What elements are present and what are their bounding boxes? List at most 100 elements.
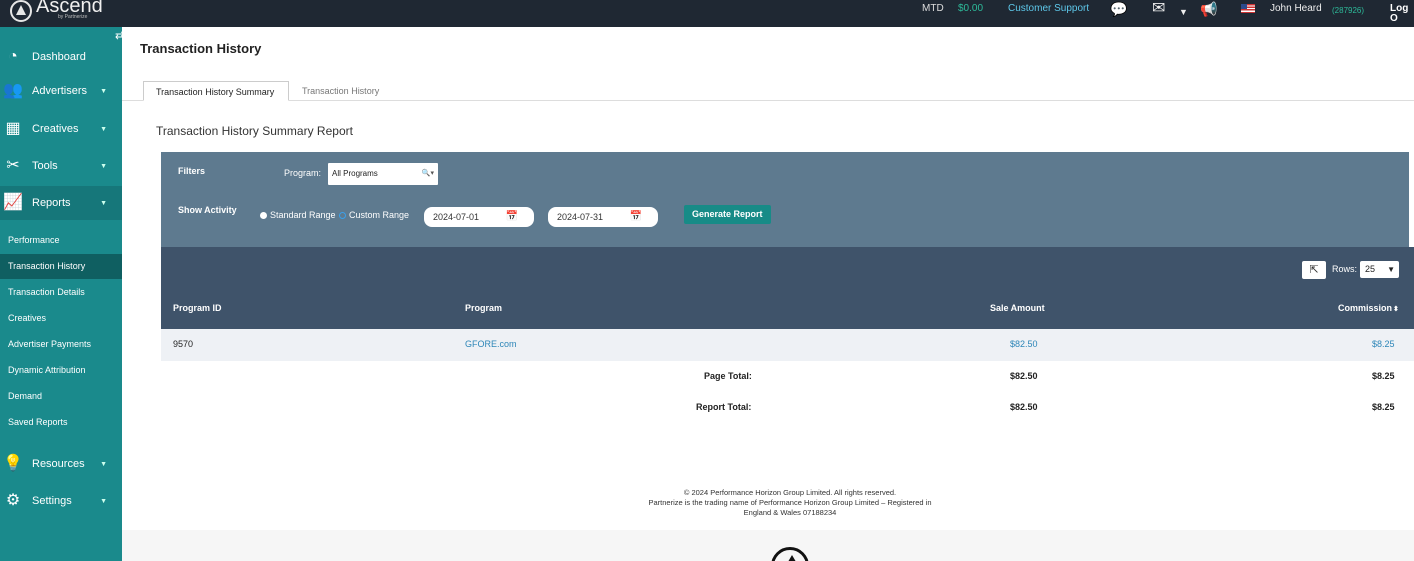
report-total-sale: $82.50 — [1010, 402, 1038, 412]
username[interactable]: John Heard — [1270, 4, 1322, 14]
chevron-down-icon: ▼ — [100, 497, 107, 505]
cell-sale-amount[interactable]: $82.50 — [1010, 339, 1038, 349]
chevron-down-icon: ▼ — [100, 87, 107, 95]
report-total-label: Report Total: — [696, 402, 752, 412]
sidebar-subitem-demand[interactable]: Demand — [0, 384, 122, 409]
chevron-down-icon: ▼ — [100, 125, 107, 133]
chart-icon: 📈 — [3, 194, 23, 211]
program-label: Program: — [284, 168, 322, 178]
rows-label: Rows: — [1332, 264, 1358, 274]
table-row: 9570 GFORE.com $82.50 $8.25 — [161, 329, 1414, 361]
mtd-label: MTD — [922, 3, 944, 14]
start-date-input[interactable]: 2024-07-01 📅 — [424, 207, 534, 227]
end-date-input[interactable]: 2024-07-31 📅 — [548, 207, 658, 227]
logout-link[interactable]: Log O — [1390, 4, 1414, 24]
filters-panel: Filters Program: All Programs 🔍▾ Show Ac… — [161, 152, 1409, 247]
sidebar-item-advertisers[interactable]: 👥 Advertisers ▼ — [0, 74, 122, 108]
sidebar-subitem-advertiser-payments[interactable]: Advertiser Payments — [0, 332, 122, 357]
page-title: Transaction History — [140, 41, 262, 56]
custom-range-label: Custom Range — [349, 210, 410, 220]
generate-report-button[interactable]: Generate Report — [684, 205, 771, 224]
search-dropdown-icon: 🔍▾ — [421, 170, 434, 177]
column-header-commission[interactable]: Commission⬍ — [1338, 303, 1399, 313]
megaphone-icon[interactable]: 📢 — [1200, 2, 1217, 16]
us-flag-icon[interactable] — [1241, 4, 1255, 13]
sidebar-subitem-saved-reports[interactable]: Saved Reports — [0, 410, 122, 435]
cell-commission[interactable]: $8.25 — [1372, 339, 1395, 349]
mtd-value: $0.00 — [958, 3, 984, 14]
tab-transaction-history[interactable]: Transaction History — [290, 81, 391, 101]
sidebar-subitem-transaction-details[interactable]: Transaction Details — [0, 280, 122, 305]
table-header: ⇱ Rows: 25 ▼ Program ID Program Sale Amo… — [161, 247, 1414, 329]
program-select-value: All Programs — [332, 169, 378, 178]
sidebar-item-label: Dashboard — [32, 51, 86, 63]
sidebar-item-label: Settings — [32, 495, 72, 507]
ascend-logo[interactable]: Ascend by Partnerize — [10, 0, 103, 22]
column-header-program-id[interactable]: Program ID — [173, 303, 222, 313]
footer-copyright: © 2024 Performance Horizon Group Limited… — [683, 488, 897, 497]
column-header-commission-label: Commission — [1338, 303, 1393, 313]
sidebar-item-tools[interactable]: ✂ Tools ▼ — [0, 149, 122, 183]
sidebar-item-label: Tools — [32, 160, 58, 172]
chevron-down-icon[interactable]: ▼ — [1179, 5, 1188, 19]
users-icon: 👥 — [3, 82, 23, 99]
top-bar: Ascend by Partnerize MTD $0.00 Customer … — [0, 0, 1414, 27]
standard-range-label: Standard Range — [270, 210, 336, 220]
sidebar: ⇄ ◔ Dashboard 👥 Advertisers ▼ ▦ Creative… — [0, 27, 124, 561]
layout-icon: ▦ — [5, 120, 21, 137]
chevron-down-icon: ▼ — [100, 162, 107, 170]
lightbulb-icon: 💡 — [3, 455, 23, 472]
rows-select[interactable]: 25 ▼ — [1360, 261, 1399, 278]
start-date-value: 2024-07-01 — [433, 212, 480, 222]
export-icon[interactable]: ⇱ — [1302, 261, 1326, 279]
sidebar-item-settings[interactable]: ⚙ Settings ▼ — [0, 484, 122, 518]
sidebar-item-label: Creatives — [32, 123, 79, 135]
standard-range-radio[interactable]: Standard Range — [260, 210, 336, 220]
radio-icon — [339, 211, 346, 219]
report-title: Transaction History Summary Report — [156, 124, 353, 138]
user-id: (287926) — [1332, 6, 1365, 15]
page-total-sale: $82.50 — [1010, 371, 1038, 381]
column-header-sale-amount[interactable]: Sale Amount — [990, 303, 1045, 313]
program-select[interactable]: All Programs 🔍▾ — [328, 163, 438, 185]
sidebar-subitem-transaction-history[interactable]: Transaction History — [0, 254, 122, 279]
sidebar-subitem-performance[interactable]: Performance — [0, 228, 122, 253]
dashboard-icon: ◔ — [8, 48, 18, 65]
sidebar-subitem-dynamic-attribution[interactable]: Dynamic Attribution — [0, 358, 122, 383]
footer-text: © 2024 Performance Horizon Group Limited… — [640, 488, 940, 518]
footer-trading-name: Partnerize is the trading name of Perfor… — [648, 498, 932, 507]
sidebar-item-label: Reports — [32, 197, 71, 209]
sidebar-item-label: Resources — [32, 458, 85, 470]
cell-program-id: 9570 — [173, 339, 194, 349]
calendar-icon[interactable]: 📅 — [630, 207, 642, 227]
radio-icon — [260, 211, 267, 219]
sidebar-item-creatives[interactable]: ▦ Creatives ▼ — [0, 112, 122, 146]
page-total-commission: $8.25 — [1372, 371, 1395, 381]
gear-icon: ⚙ — [5, 492, 21, 509]
logo-icon — [10, 0, 32, 22]
sidebar-item-resources[interactable]: 💡 Resources ▼ — [0, 447, 122, 481]
chevron-down-icon: ▼ — [100, 199, 107, 207]
mail-icon[interactable]: ✉ — [1152, 1, 1165, 17]
show-activity-label: Show Activity — [178, 205, 237, 215]
column-header-program[interactable]: Program — [465, 303, 502, 313]
cell-program-link[interactable]: GFORE.com — [465, 339, 517, 349]
report-total-commission: $8.25 — [1372, 402, 1395, 412]
tools-icon: ✂ — [6, 157, 20, 174]
custom-range-radio[interactable]: Custom Range — [339, 210, 409, 220]
sidebar-item-label: Advertisers — [32, 85, 88, 97]
sidebar-subitem-creatives[interactable]: Creatives — [0, 306, 122, 331]
calendar-icon[interactable]: 📅 — [506, 207, 518, 227]
chevron-down-icon: ▼ — [100, 460, 107, 468]
sidebar-item-dashboard[interactable]: ◔ Dashboard — [0, 40, 122, 74]
rows-select-value: 25 — [1365, 264, 1376, 274]
sort-icon: ⬍ — [1393, 306, 1399, 313]
customer-support-link[interactable]: Customer Support — [1008, 4, 1089, 14]
chat-icon[interactable]: 💬 — [1110, 2, 1127, 16]
chevron-down-icon: ▼ — [1387, 265, 1395, 274]
page-total-label: Page Total: — [704, 371, 752, 381]
footer-registration: England & Wales 07188234 — [743, 508, 837, 517]
tab-transaction-history-summary[interactable]: Transaction History Summary — [143, 81, 289, 101]
filters-label: Filters — [178, 166, 206, 176]
sidebar-item-reports[interactable]: 📈 Reports ▼ — [0, 186, 122, 220]
